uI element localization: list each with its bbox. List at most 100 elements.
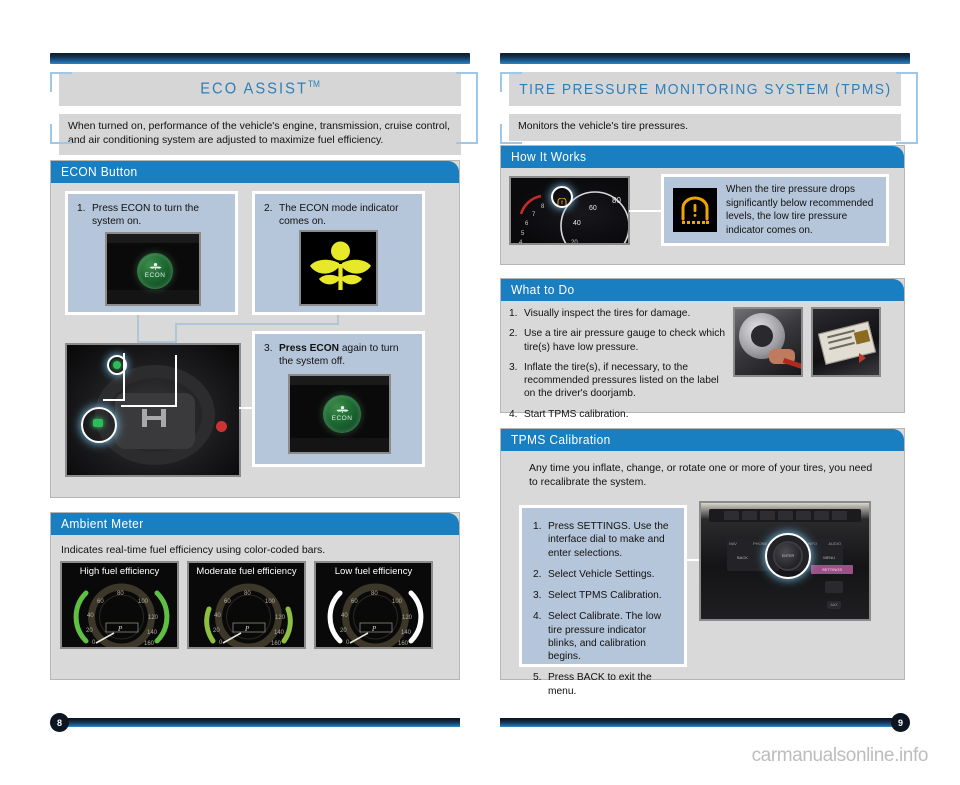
svg-text:80: 80 xyxy=(371,591,378,597)
gauge-low-efficiency: Low fuel efficiency 60 80 100 40 120 20 xyxy=(314,561,433,649)
left-title-block: ECO ASSISTTM When turned on, performance… xyxy=(50,72,478,155)
section-what-to-do: What to Do 1. Visually inspect the tires… xyxy=(500,278,905,420)
right-page-number: 9 xyxy=(891,713,910,732)
connector-line-3 xyxy=(175,323,177,343)
svg-text:160: 160 xyxy=(271,641,282,647)
gauge-moderate-label: Moderate fuel efficiency xyxy=(196,566,297,577)
console-back-label: BACK xyxy=(737,555,748,560)
what-to-do-step-4-text: Start TPMS calibration. xyxy=(524,408,629,420)
leader-line-1 xyxy=(123,353,125,401)
gauge-moderate-dial-icon: 60 80 100 40 120 20 140 0 160 P xyxy=(204,583,293,647)
svg-text:20: 20 xyxy=(571,240,578,245)
leader-line-2 xyxy=(103,399,125,401)
svg-text:160: 160 xyxy=(144,641,155,647)
what-to-do-step-2-number: 2. xyxy=(509,328,518,340)
tpms-info-callout: When the tire pressure drops significant… xyxy=(661,174,889,246)
what-to-do-step-4: 4. Start TPMS calibration. xyxy=(509,408,729,421)
econ-step-3-bold: Press ECON xyxy=(279,343,340,354)
svg-text:8: 8 xyxy=(541,204,545,210)
console-aux-label: AUX xyxy=(830,603,838,607)
leader-line-3 xyxy=(175,355,177,407)
bracket-right-stem xyxy=(916,90,918,126)
right-footer-rule xyxy=(500,718,900,727)
section-ambient-meter: Ambient Meter Indicates real-time fuel e… xyxy=(50,512,460,680)
what-to-do-step-2: 2. Use a tire air pressure gauge to chec… xyxy=(509,327,729,354)
svg-text:0: 0 xyxy=(92,640,96,646)
what-to-do-steps: 1. Visually inspect the tires for damage… xyxy=(509,307,729,424)
left-page-subtitle: When turned on, performance of the vehic… xyxy=(59,114,461,155)
what-to-do-step-3-number: 3. xyxy=(509,361,518,373)
svg-text:60: 60 xyxy=(589,205,597,212)
section-tpms-calibration: TPMS Calibration Any time you inflate, c… xyxy=(500,428,905,697)
tpms-calibration-body: Any time you inflate, change, or rotate … xyxy=(529,462,873,489)
bracket-corner-top-left xyxy=(50,72,72,92)
svg-text:0: 0 xyxy=(346,640,350,646)
what-to-do-step-2-text: Use a tire air pressure gauge to check w… xyxy=(524,328,726,353)
section-header-tpms-calibration: TPMS Calibration xyxy=(501,429,904,451)
svg-text:120: 120 xyxy=(275,615,286,621)
what-to-do-step-1-number: 1. xyxy=(509,308,518,319)
gauge-low-label: Low fuel efficiency xyxy=(334,566,413,577)
right-page-title-bar: TIRE PRESSURE MONITORING SYSTEM (TPMS) xyxy=(509,72,901,106)
econ-button-off-photo: ECON xyxy=(288,374,391,454)
svg-text:5: 5 xyxy=(521,231,525,237)
econ-button-off-label: ECON xyxy=(331,415,353,422)
svg-text:60: 60 xyxy=(97,599,104,605)
interface-dial-highlight xyxy=(765,533,811,579)
econ-step-3-callout: 3. Press ECON again to turn the system o… xyxy=(252,331,425,467)
svg-text:160: 160 xyxy=(398,641,409,647)
tpms-cal-step-5: 5. Press BACK to exit the menu. xyxy=(533,671,673,698)
tpms-cal-step-4: 4. Select Calibrate. The low tire pressu… xyxy=(533,610,673,663)
gauge-row: High fuel efficiency 60 80 100 40 120 20 xyxy=(60,561,433,649)
econ-step-1-text: Press ECON to turn the system on. xyxy=(92,203,200,228)
tpms-cal-step-1: 1. Press SETTINGS. Use the interface dia… xyxy=(533,520,673,560)
svg-text:100: 100 xyxy=(392,599,403,605)
tpms-cal-step-3-number: 3. xyxy=(533,590,542,601)
tpms-info-text: When the tire pressure drops significant… xyxy=(726,184,874,236)
honda-logo-icon xyxy=(142,409,166,427)
left-footer-rule xyxy=(60,718,460,727)
right-page: TIRE PRESSURE MONITORING SYSTEM (TPMS) M… xyxy=(500,0,918,785)
svg-text:4: 4 xyxy=(519,240,523,245)
low-tire-pressure-mini-icon xyxy=(557,197,567,205)
svg-text:140: 140 xyxy=(147,630,158,636)
econ-step-2-number: 2. xyxy=(264,203,273,214)
eco-leaf-icon xyxy=(149,263,161,270)
tpms-cal-step-2: 2. Select Vehicle Settings. xyxy=(533,568,673,581)
low-tire-pressure-icon xyxy=(673,188,717,232)
econ-button-photo: ECON xyxy=(105,232,201,306)
econ-step-2-text: The ECON mode indicator comes on. xyxy=(279,203,399,228)
svg-text:120: 120 xyxy=(148,615,159,621)
svg-text:140: 140 xyxy=(274,630,285,636)
svg-text:0: 0 xyxy=(219,640,223,646)
bracket-corner-bottom-left xyxy=(50,124,72,144)
console-phone-label: PHONE xyxy=(753,541,768,546)
econ-indicator-photo xyxy=(299,230,378,306)
tpms-cal-step-2-number: 2. xyxy=(533,568,542,580)
what-to-do-step-1: 1. Visually inspect the tires for damage… xyxy=(509,307,729,320)
econ-step-3: 3. Press ECON again to turn the system o… xyxy=(264,342,413,369)
tpms-cal-step-5-text: Press BACK to exit the menu. xyxy=(548,672,652,697)
tachometer-icon: 8 7 6 5 4 40 60 80 20 xyxy=(519,191,628,245)
eco-leaf-icon xyxy=(336,406,348,413)
section-how-it-works: How It Works 8 7 6 5 4 40 60 80 20 When … xyxy=(500,145,905,265)
svg-text:80: 80 xyxy=(244,591,251,597)
console-info-label: INFO xyxy=(807,541,817,546)
tpms-cal-step-4-number: 4. xyxy=(533,611,542,623)
econ-step-2-callout: 2. The ECON mode indicator comes on. xyxy=(252,191,425,315)
svg-text:7: 7 xyxy=(532,212,536,218)
svg-text:140: 140 xyxy=(401,630,412,636)
connector-line-4 xyxy=(175,323,339,325)
svg-text:80: 80 xyxy=(612,196,621,205)
bracket-corner-bottom-right xyxy=(456,124,478,144)
svg-text:20: 20 xyxy=(340,628,347,634)
svg-text:6: 6 xyxy=(525,221,529,227)
left-page: ECO ASSISTTM When turned on, performance… xyxy=(50,0,478,785)
gauge-high-label: High fuel efficiency xyxy=(79,566,160,577)
tpms-cal-step-1-number: 1. xyxy=(533,521,542,532)
svg-text:40: 40 xyxy=(87,613,94,619)
low-tire-pressure-glyph xyxy=(681,196,709,224)
tpms-cal-step-5-number: 5. xyxy=(533,672,542,684)
what-to-do-step-3-text: Inflate the tire(s), if necessary, to th… xyxy=(524,361,719,400)
connector-line-5 xyxy=(337,315,339,325)
